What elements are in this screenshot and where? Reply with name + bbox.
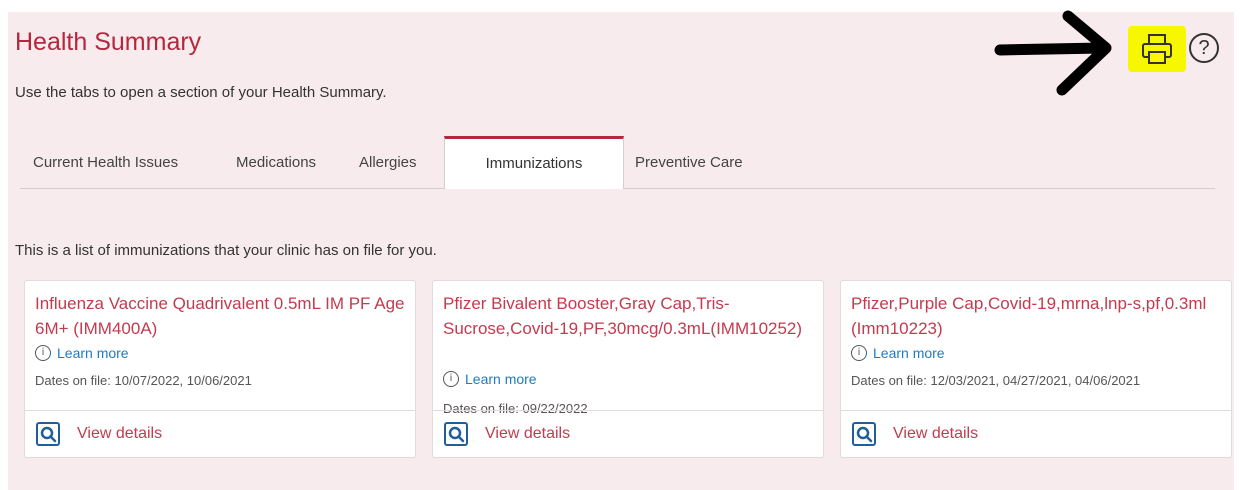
info-icon: i [443, 371, 459, 387]
learn-more-label: Learn more [465, 371, 537, 387]
page-subtitle: Use the tabs to open a section of your H… [15, 84, 387, 101]
learn-more-link[interactable]: i Learn more [851, 345, 945, 361]
arrow-annotation [994, 10, 1112, 96]
printer-icon [1142, 34, 1172, 64]
help-icon: ? [1198, 36, 1210, 59]
view-details-icon [852, 422, 876, 446]
tab-current-health-issues[interactable]: Current Health Issues [33, 136, 178, 188]
view-details-label: View details [77, 425, 163, 442]
info-icon: i [35, 345, 51, 361]
view-details-label: View details [893, 425, 979, 442]
page-title: Health Summary [15, 28, 202, 56]
view-details-button[interactable]: View details [25, 410, 415, 457]
tab-allergies[interactable]: Allergies [359, 136, 417, 188]
view-details-icon [444, 422, 468, 446]
immunization-card: Influenza Vaccine Quadrivalent 0.5mL IM … [24, 280, 416, 458]
learn-more-link[interactable]: i Learn more [35, 345, 129, 361]
immunization-name[interactable]: Pfizer,Purple Cap,Covid-19,mrna,lnp-s,pf… [851, 291, 1221, 341]
immunization-name[interactable]: Pfizer Bivalent Booster,Gray Cap,Tris-Su… [443, 291, 813, 341]
tab-medications[interactable]: Medications [236, 136, 316, 188]
info-icon: i [851, 345, 867, 361]
view-details-icon [36, 422, 60, 446]
view-details-button[interactable]: View details [433, 410, 823, 457]
tab-bar: Current Health Issues Medications Allerg… [20, 136, 1215, 189]
immunizations-intro: This is a list of immunizations that you… [15, 242, 437, 259]
learn-more-label: Learn more [873, 345, 945, 361]
learn-more-label: Learn more [57, 345, 129, 361]
learn-more-link[interactable]: i Learn more [443, 371, 537, 387]
help-button[interactable]: ? [1189, 33, 1219, 63]
dates-on-file: Dates on file: 12/03/2021, 04/27/2021, 0… [851, 373, 1141, 388]
immunization-card: Pfizer Bivalent Booster,Gray Cap,Tris-Su… [432, 280, 824, 458]
view-details-label: View details [485, 425, 571, 442]
tab-immunizations[interactable]: Immunizations [444, 136, 624, 189]
tab-preventive-care[interactable]: Preventive Care [635, 136, 743, 188]
immunization-name[interactable]: Influenza Vaccine Quadrivalent 0.5mL IM … [35, 291, 405, 341]
immunization-card: Pfizer,Purple Cap,Covid-19,mrna,lnp-s,pf… [840, 280, 1232, 458]
dates-on-file: Dates on file: 10/07/2022, 10/06/2021 [35, 373, 252, 388]
view-details-button[interactable]: View details [841, 410, 1231, 457]
print-button[interactable] [1128, 26, 1186, 72]
